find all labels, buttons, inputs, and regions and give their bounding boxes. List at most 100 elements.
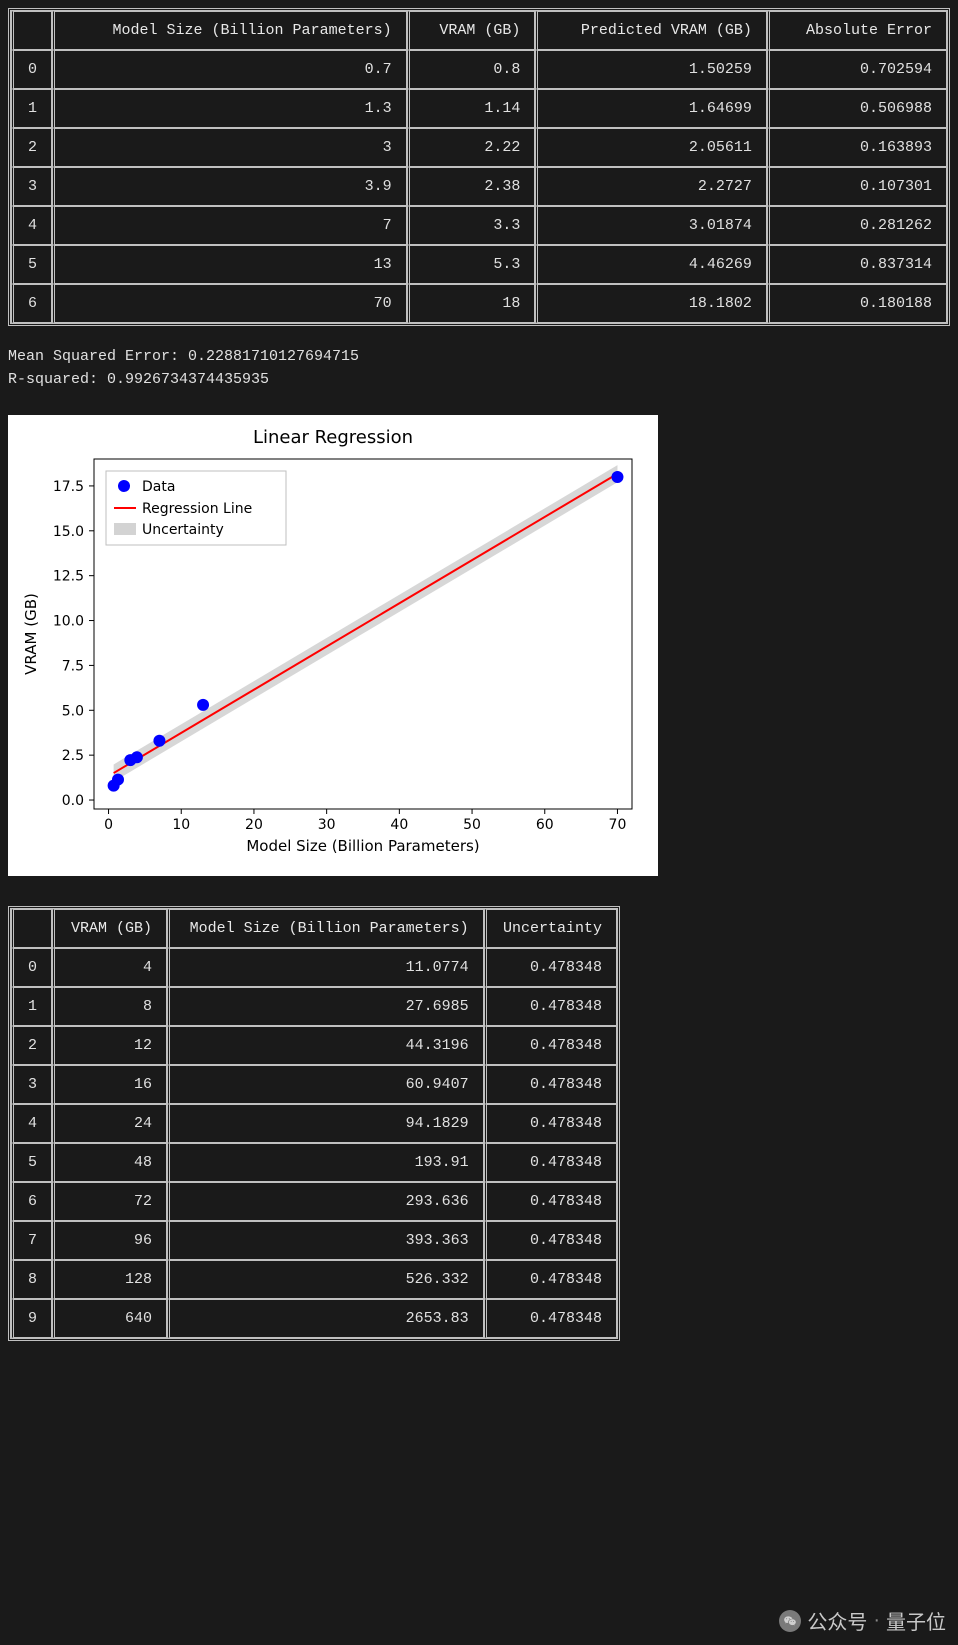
cell-idx: 3 <box>11 1065 52 1104</box>
cell-pred: 4.46269 <box>535 245 766 284</box>
cell-vram: 24 <box>52 1104 167 1143</box>
cell-model: 60.9407 <box>167 1065 484 1104</box>
r2-line: R-squared: 0.9926734374435935 <box>8 369 950 392</box>
cell-vram: 3.3 <box>407 206 536 245</box>
results-table-2: VRAM (GB) Model Size (Billion Parameters… <box>8 906 620 1341</box>
svg-text:Model Size (Billion Parameters: Model Size (Billion Parameters) <box>246 837 479 855</box>
mse-value: 0.22881710127694715 <box>188 348 359 365</box>
cell-vram: 640 <box>52 1299 167 1338</box>
col-index <box>11 11 52 50</box>
cell-vram: 5.3 <box>407 245 536 284</box>
cell-vram: 2.22 <box>407 128 536 167</box>
cell-vram: 18 <box>407 284 536 323</box>
table-row: 5135.34.462690.837314 <box>11 245 947 284</box>
cell-err: 0.180188 <box>767 284 947 323</box>
svg-text:40: 40 <box>390 817 408 833</box>
cell-idx: 7 <box>11 1221 52 1260</box>
col-model-size: Model Size (Billion Parameters) <box>167 909 484 948</box>
svg-text:12.5: 12.5 <box>53 569 84 585</box>
cell-model: 13 <box>52 245 407 284</box>
cell-model: 11.0774 <box>167 948 484 987</box>
svg-text:2.5: 2.5 <box>62 748 84 764</box>
table-row: 42494.18290.478348 <box>11 1104 617 1143</box>
cell-model: 3 <box>52 128 407 167</box>
cell-err: 0.702594 <box>767 50 947 89</box>
cell-idx: 3 <box>11 167 52 206</box>
cell-idx: 0 <box>11 948 52 987</box>
cell-err: 0.506988 <box>767 89 947 128</box>
col-abs-error: Absolute Error <box>767 11 947 50</box>
cell-unc: 0.478348 <box>484 1299 617 1338</box>
cell-model: 44.3196 <box>167 1026 484 1065</box>
table-row: 21244.31960.478348 <box>11 1026 617 1065</box>
table-row: 8128526.3320.478348 <box>11 1260 617 1299</box>
cell-vram: 16 <box>52 1065 167 1104</box>
cell-vram: 96 <box>52 1221 167 1260</box>
col-vram: VRAM (GB) <box>407 11 536 50</box>
cell-model: 7 <box>52 206 407 245</box>
table-header-row: VRAM (GB) Model Size (Billion Parameters… <box>11 909 617 948</box>
svg-text:0.0: 0.0 <box>62 793 84 809</box>
cell-idx: 1 <box>11 89 52 128</box>
mse-label: Mean Squared Error: <box>8 348 188 365</box>
table-row: 548193.910.478348 <box>11 1143 617 1182</box>
cell-vram: 2.38 <box>407 167 536 206</box>
cell-err: 0.163893 <box>767 128 947 167</box>
table-row: 0411.07740.478348 <box>11 948 617 987</box>
cell-model: 1.3 <box>52 89 407 128</box>
col-predicted-vram: Predicted VRAM (GB) <box>535 11 766 50</box>
regression-chart: Linear Regression0102030405060700.02.55.… <box>16 423 650 863</box>
watermark-prefix: 公众号 <box>807 1606 867 1635</box>
svg-text:Data: Data <box>142 479 175 495</box>
cell-model: 2653.83 <box>167 1299 484 1338</box>
table-row: 473.33.018740.281262 <box>11 206 947 245</box>
table-header-row: Model Size (Billion Parameters) VRAM (GB… <box>11 11 947 50</box>
svg-text:7.5: 7.5 <box>62 658 84 674</box>
watermark-dot: · <box>873 1609 880 1632</box>
table-row: 672293.6360.478348 <box>11 1182 617 1221</box>
cell-idx: 0 <box>11 50 52 89</box>
cell-pred: 2.2727 <box>535 167 766 206</box>
table-row: 1827.69850.478348 <box>11 987 617 1026</box>
svg-text:70: 70 <box>609 817 627 833</box>
r2-label: R-squared: <box>8 371 107 388</box>
metrics-block: Mean Squared Error: 0.22881710127694715 … <box>8 346 950 391</box>
cell-model: 0.7 <box>52 50 407 89</box>
cell-idx: 4 <box>11 206 52 245</box>
cell-idx: 2 <box>11 128 52 167</box>
cell-model: 27.6985 <box>167 987 484 1026</box>
cell-idx: 8 <box>11 1260 52 1299</box>
cell-model: 293.636 <box>167 1182 484 1221</box>
output-container: Model Size (Billion Parameters) VRAM (GB… <box>8 8 950 1341</box>
cell-unc: 0.478348 <box>484 1065 617 1104</box>
cell-idx: 6 <box>11 284 52 323</box>
cell-vram: 12 <box>52 1026 167 1065</box>
table-row: 96402653.830.478348 <box>11 1299 617 1338</box>
cell-err: 0.107301 <box>767 167 947 206</box>
cell-idx: 1 <box>11 987 52 1026</box>
cell-vram: 8 <box>52 987 167 1026</box>
cell-model: 526.332 <box>167 1260 484 1299</box>
watermark: 公众号 · 量子位 <box>779 1606 946 1635</box>
svg-text:30: 30 <box>318 817 336 833</box>
table-row: 33.92.382.27270.107301 <box>11 167 947 206</box>
cell-idx: 2 <box>11 1026 52 1065</box>
svg-text:17.5: 17.5 <box>53 479 84 495</box>
svg-text:0: 0 <box>104 817 113 833</box>
svg-text:10.0: 10.0 <box>53 614 84 630</box>
watermark-name: 量子位 <box>886 1606 946 1635</box>
svg-text:15.0: 15.0 <box>53 524 84 540</box>
cell-model: 94.1829 <box>167 1104 484 1143</box>
cell-vram: 4 <box>52 948 167 987</box>
cell-model: 3.9 <box>52 167 407 206</box>
cell-vram: 48 <box>52 1143 167 1182</box>
cell-pred: 1.64699 <box>535 89 766 128</box>
cell-vram: 72 <box>52 1182 167 1221</box>
cell-unc: 0.478348 <box>484 1260 617 1299</box>
cell-model: 193.91 <box>167 1143 484 1182</box>
svg-text:10: 10 <box>172 817 190 833</box>
svg-text:60: 60 <box>536 817 554 833</box>
cell-pred: 1.50259 <box>535 50 766 89</box>
chart-figure: Linear Regression0102030405060700.02.55.… <box>8 415 658 876</box>
svg-text:VRAM (GB): VRAM (GB) <box>22 593 40 675</box>
